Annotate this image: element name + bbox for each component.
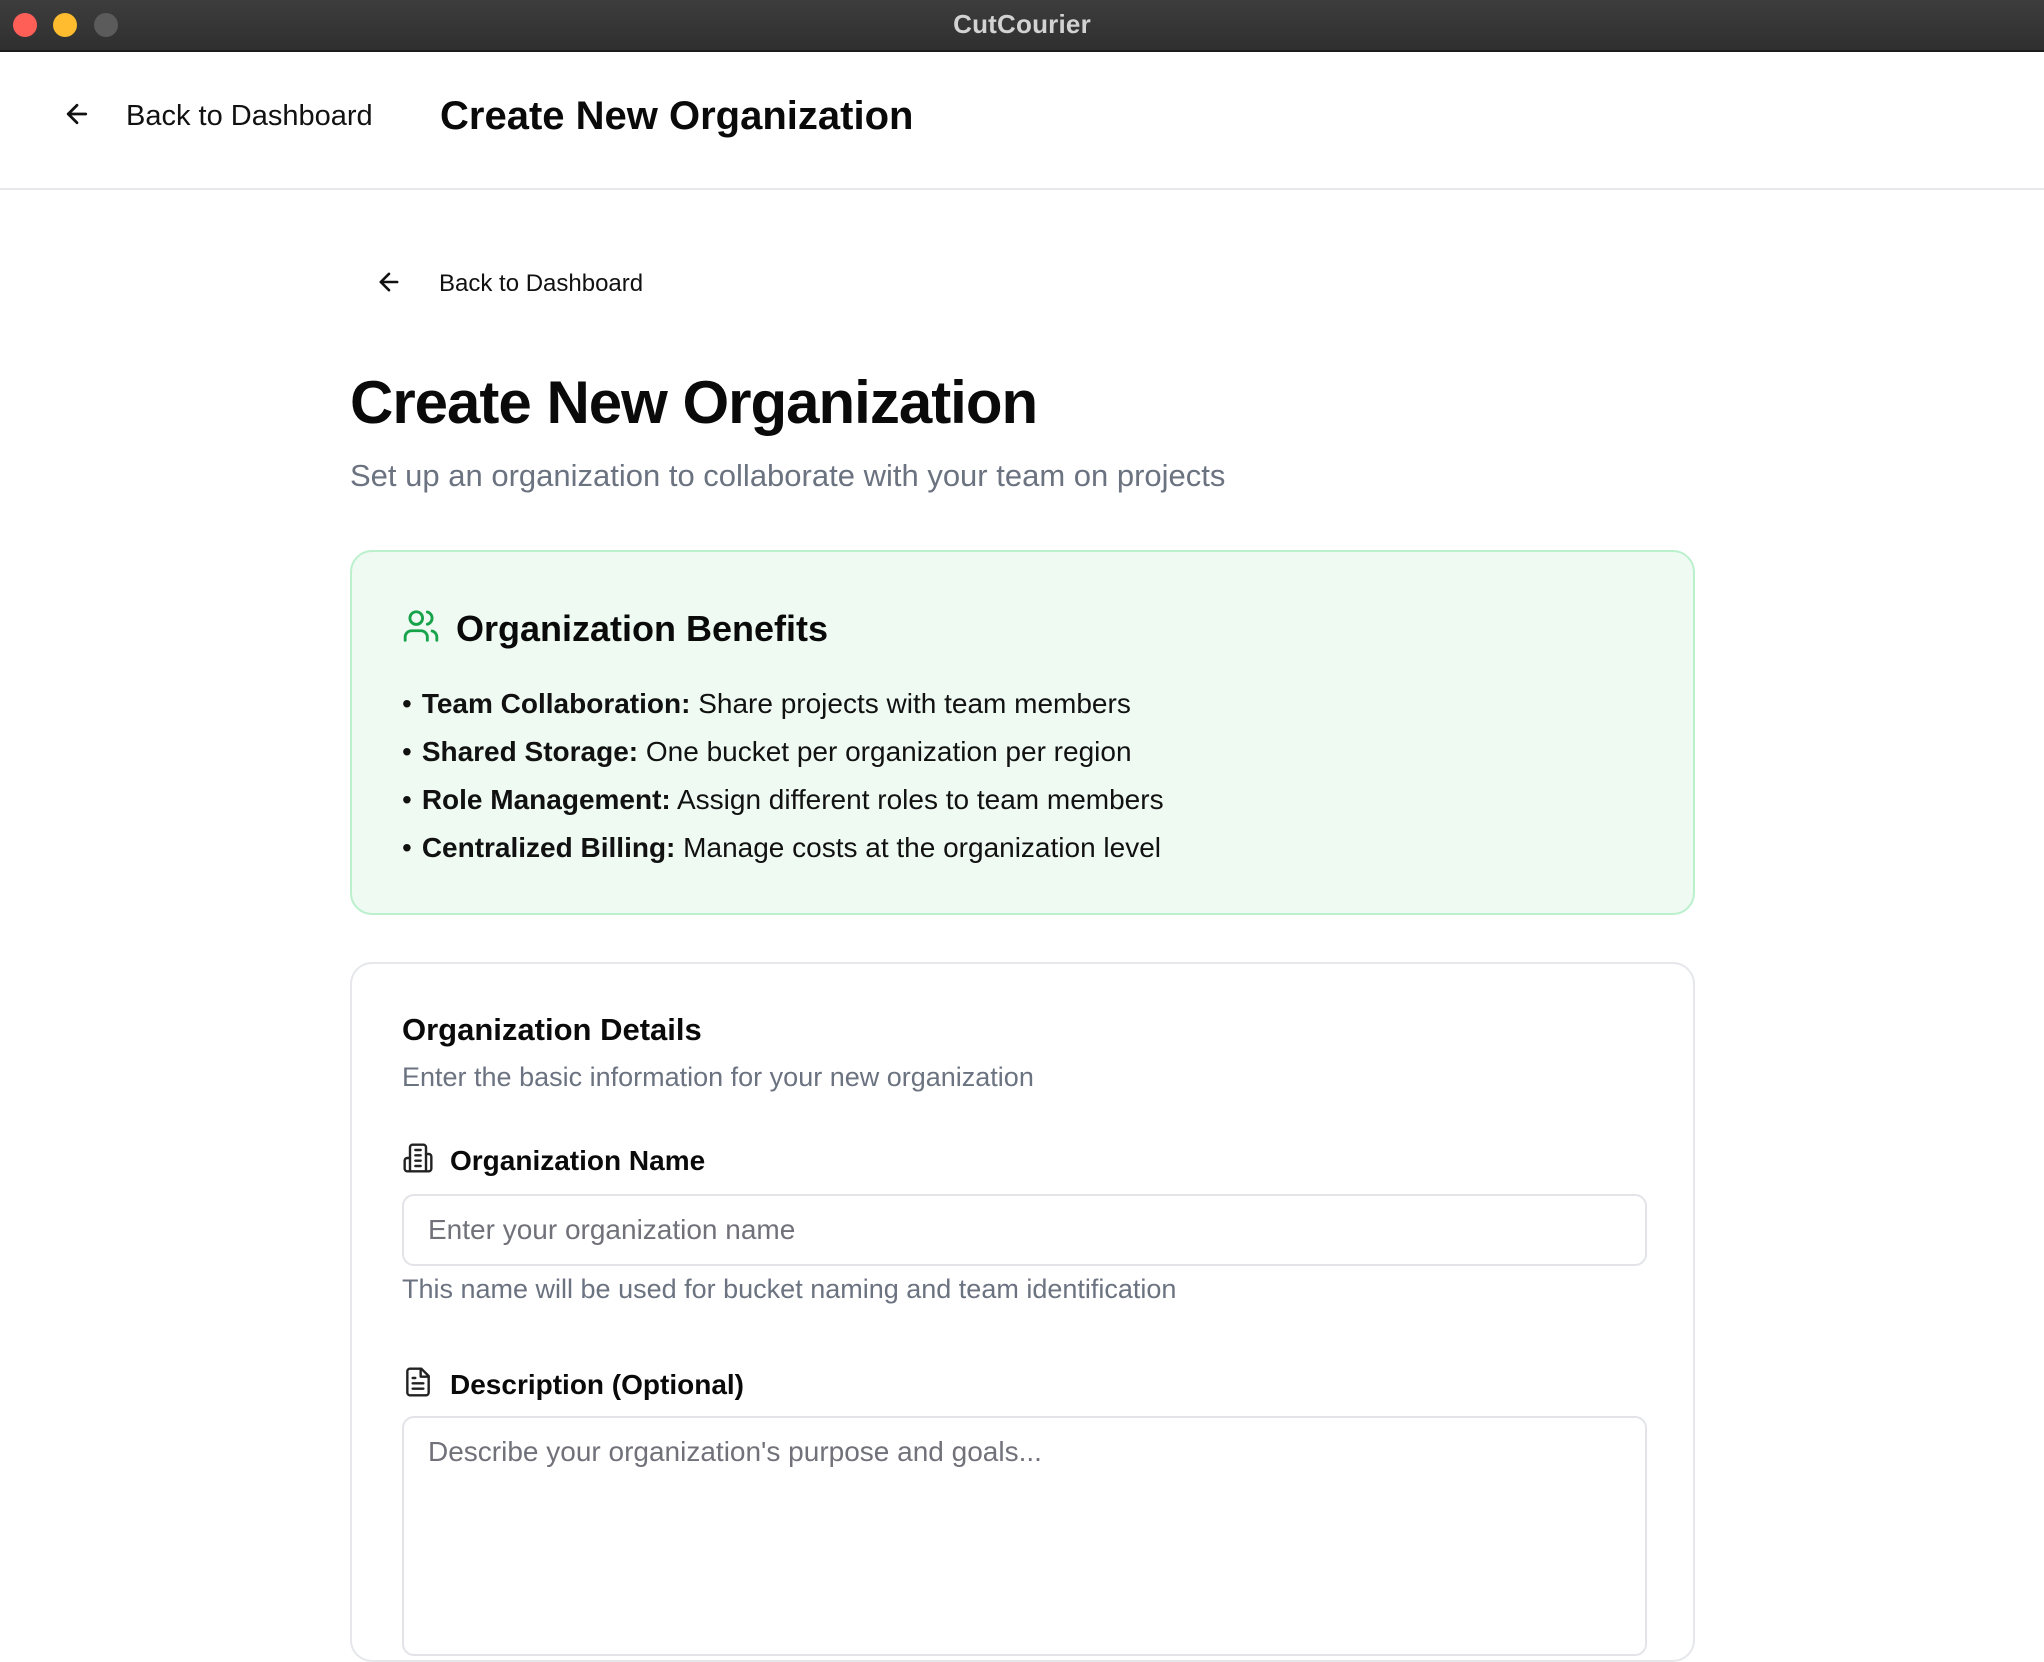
organization-name-helper: This name will be used for bucket naming…	[402, 1274, 1177, 1304]
page-title: Create New Organization	[350, 369, 1038, 436]
building-icon	[402, 1142, 434, 1179]
benefit-item: • Shared Storage: One bucket per organiza…	[402, 736, 1132, 767]
benefit-item: • Centralized Billing: Manage costs at th…	[402, 832, 1162, 863]
users-icon	[402, 607, 440, 650]
benefits-header: Organization Benefits	[402, 607, 828, 650]
back-to-dashboard-link[interactable]: Back to Dashboard	[375, 266, 643, 302]
benefits-list: • Team Collaboration: Share projects with…	[402, 680, 1164, 872]
benefit-term: Centralized Billing:	[421, 832, 676, 863]
benefits-title: Organization Benefits	[456, 607, 829, 649]
organization-benefits-card: Organization Benefits • Team Collaboratio…	[350, 550, 1695, 915]
page-subtitle: Set up an organization to collaborate wi…	[350, 458, 1226, 493]
description-textarea[interactable]	[402, 1416, 1647, 1656]
organization-details-card: Organization Details Enter the basic inf…	[350, 962, 1695, 1662]
organization-name-input[interactable]	[402, 1194, 1647, 1266]
window-title: CutCourier	[953, 9, 1091, 39]
header-back-label: Back to Dashboard	[126, 99, 373, 132]
benefit-item: • Team Collaboration: Share projects with…	[402, 688, 1131, 719]
benefit-text: Share projects with team members	[690, 688, 1131, 719]
benefit-term: Team Collaboration:	[421, 688, 691, 719]
organization-name-label: Organization Name	[402, 1142, 705, 1179]
description-label-text: Description (Optional)	[450, 1368, 744, 1400]
document-icon	[402, 1366, 434, 1403]
back-to-dashboard-label: Back to Dashboard	[439, 270, 644, 297]
header-title: Create New Organization	[440, 94, 914, 138]
benefit-item: • Role Management: Assign different roles…	[402, 784, 1164, 815]
window-titlebar: CutCourier	[0, 0, 2044, 52]
benefit-text: Manage costs at the organization level	[675, 832, 1162, 863]
benefit-term: Role Management:	[421, 784, 671, 815]
arrow-left-icon	[375, 268, 403, 301]
header-back-button[interactable]: Back to Dashboard	[62, 95, 373, 137]
top-header: Back to Dashboard Create New Organizatio…	[0, 52, 2044, 190]
details-title: Organization Details	[402, 1012, 702, 1047]
description-label: Description (Optional)	[402, 1366, 744, 1403]
benefit-term: Shared Storage:	[421, 736, 639, 767]
organization-name-label-text: Organization Name	[450, 1144, 706, 1176]
details-subtitle: Enter the basic information for your new…	[402, 1062, 1034, 1092]
benefit-text: Assign different roles to team members	[670, 784, 1164, 815]
arrow-left-icon	[62, 99, 92, 134]
benefit-text: One bucket per organization per region	[638, 736, 1132, 767]
